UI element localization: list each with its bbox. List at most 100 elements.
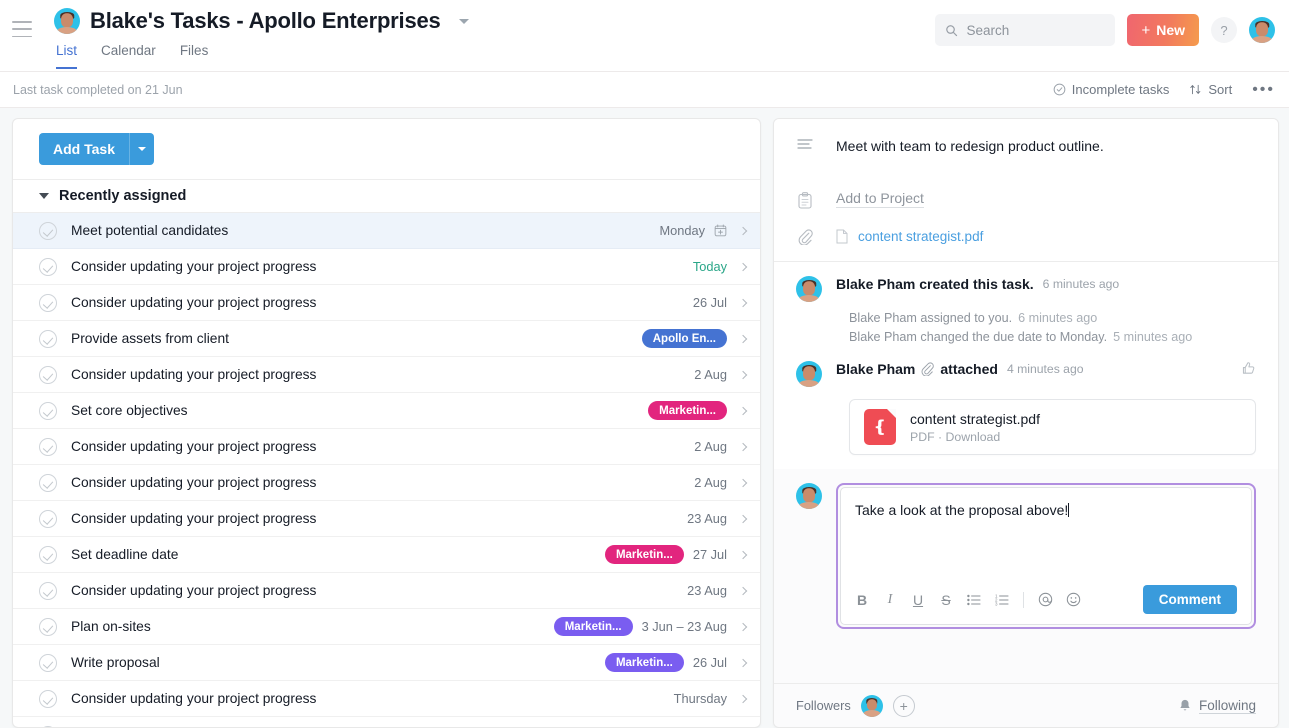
task-complete-checkbox[interactable] [39,438,57,456]
section-header-recently-assigned[interactable]: Recently assigned [13,179,760,213]
task-complete-checkbox[interactable] [39,222,57,240]
avatar[interactable] [54,8,80,34]
task-due-date[interactable]: 23 Aug [687,511,727,526]
chevron-right-icon[interactable] [739,370,747,378]
task-complete-checkbox[interactable] [39,366,57,384]
task-row[interactable]: Write proposalMarketin...26 Jul [13,645,760,681]
task-complete-checkbox[interactable] [39,726,57,728]
tab-list[interactable]: List [56,43,77,69]
task-due-date[interactable]: 2 Aug [694,367,727,382]
task-row[interactable]: Plan on-sitesMarketin...3 Jun – 23 Aug [13,609,760,645]
chevron-right-icon[interactable] [739,550,747,558]
follower-avatar[interactable] [861,695,883,717]
task-row[interactable]: Consider updating your project progress2… [13,357,760,393]
task-tag[interactable]: Apollo En... [642,329,727,348]
add-task-button[interactable]: Add Task [39,133,129,165]
calendar-plus-icon[interactable] [714,224,727,237]
chevron-right-icon[interactable] [739,406,747,414]
chevron-down-icon[interactable] [39,193,49,199]
task-due-date[interactable]: 26 Jul [693,295,727,310]
task-complete-checkbox[interactable] [39,402,57,420]
task-complete-checkbox[interactable] [39,582,57,600]
sort-button[interactable]: Sort [1189,82,1232,97]
task-row[interactable]: Provide assets from clientApollo En... [13,321,760,357]
task-row[interactable]: Consider updating your project progress2… [13,717,760,727]
emoji-button[interactable] [1066,592,1080,607]
task-row[interactable]: Consider updating your project progress2… [13,573,760,609]
underline-button[interactable]: U [911,593,925,607]
description-row[interactable]: Meet with team to redesign product outli… [796,119,1256,190]
comment-submit-button[interactable]: Comment [1143,585,1237,614]
task-row[interactable]: Consider updating your project progress2… [13,501,760,537]
task-due-date[interactable]: 23 Aug [687,583,727,598]
italic-button[interactable]: I [883,593,897,607]
task-complete-checkbox[interactable] [39,474,57,492]
help-button[interactable]: ? [1211,17,1237,43]
task-due-date[interactable]: Today [693,259,727,274]
mention-button[interactable] [1038,592,1052,607]
task-row[interactable]: Set core objectivesMarketin... [13,393,760,429]
chevron-right-icon[interactable] [739,586,747,594]
search-input[interactable]: Search [935,14,1115,46]
task-due-date[interactable]: Monday [659,223,705,238]
incomplete-tasks-filter[interactable]: Incomplete tasks [1053,82,1170,97]
task-due-date[interactable]: 2 Aug [694,439,727,454]
task-complete-checkbox[interactable] [39,294,57,312]
chevron-right-icon[interactable] [739,442,747,450]
task-complete-checkbox[interactable] [39,654,57,672]
task-tag[interactable]: Marketin... [605,545,684,564]
task-row[interactable]: Meet potential candidatesMonday [13,213,760,249]
task-row[interactable]: Consider updating your project progressT… [13,249,760,285]
profile-avatar[interactable] [1249,17,1275,43]
task-complete-checkbox[interactable] [39,690,57,708]
bold-button[interactable]: B [855,593,869,607]
bulleted-list-button[interactable] [967,594,981,606]
task-due-date[interactable]: Thursday [674,691,727,706]
task-tag[interactable]: Marketin... [554,617,633,636]
add-to-project-link[interactable]: Add to Project [836,190,924,208]
comment-input[interactable]: Take a look at the proposal above! B I U… [840,487,1252,625]
tab-files[interactable]: Files [180,43,209,69]
chevron-right-icon[interactable] [739,658,747,666]
task-complete-checkbox[interactable] [39,510,57,528]
tab-calendar[interactable]: Calendar [101,43,156,69]
chevron-down-icon[interactable] [459,19,469,24]
following-toggle[interactable]: Following [1178,698,1256,714]
more-options-button[interactable]: ••• [1252,85,1275,95]
task-complete-checkbox[interactable] [39,546,57,564]
strikethrough-button[interactable]: S [939,593,953,607]
attachment-card[interactable]: ❴ content strategist.pdf PDF · Download [849,399,1256,455]
chevron-right-icon[interactable] [739,334,747,342]
new-button[interactable]: + New [1127,14,1199,46]
task-row[interactable]: Consider updating your project progress2… [13,285,760,321]
chevron-right-icon[interactable] [739,694,747,702]
thumbs-up-icon[interactable] [1241,361,1256,387]
hamburger-icon[interactable] [12,21,32,37]
numbered-list-button[interactable]: 123 [995,594,1009,606]
task-complete-checkbox[interactable] [39,258,57,276]
task-row[interactable]: Consider updating your project progressT… [13,681,760,717]
task-tag[interactable]: Marketin... [648,401,727,420]
task-row[interactable]: Set deadline dateMarketin...27 Jul [13,537,760,573]
task-row[interactable]: Consider updating your project progress2… [13,429,760,465]
chevron-right-icon[interactable] [739,514,747,522]
avatar[interactable] [796,361,822,387]
task-row[interactable]: Consider updating your project progress2… [13,465,760,501]
task-due-date[interactable]: 3 Jun – 23 Aug [642,619,727,634]
add-follower-button[interactable]: + [893,695,915,717]
add-task-dropdown-button[interactable] [129,133,154,165]
task-complete-checkbox[interactable] [39,330,57,348]
chevron-right-icon[interactable] [739,622,747,630]
task-due-date[interactable]: 2 Aug [694,475,727,490]
task-due-date[interactable]: 27 Jul [693,547,727,562]
chevron-right-icon[interactable] [739,298,747,306]
attachment-link[interactable]: content strategist.pdf [858,229,983,244]
chevron-right-icon[interactable] [739,226,747,234]
avatar[interactable] [796,483,822,509]
chevron-right-icon[interactable] [739,478,747,486]
task-tag[interactable]: Marketin... [605,653,684,672]
task-due-date[interactable]: 26 Jul [693,655,727,670]
chevron-right-icon[interactable] [739,262,747,270]
add-to-project-row[interactable]: Add to Project [796,190,1256,227]
avatar[interactable] [796,276,822,302]
